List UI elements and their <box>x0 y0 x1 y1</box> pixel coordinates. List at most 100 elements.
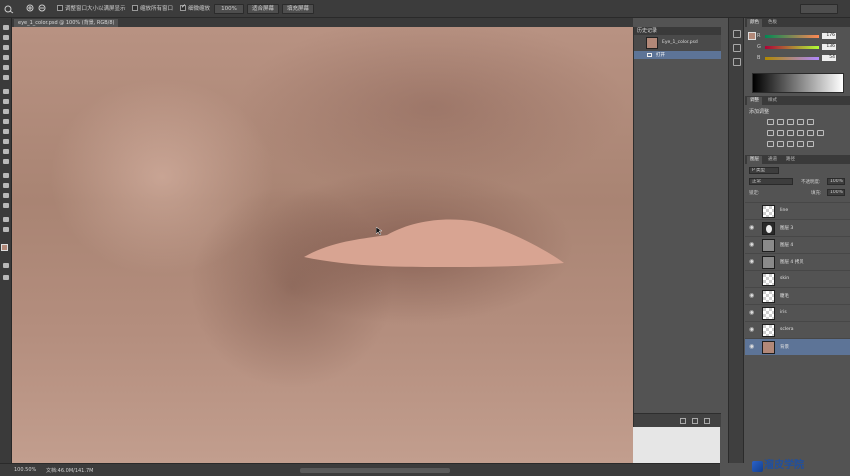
zoom-out-icon[interactable] <box>38 4 48 14</box>
trash-icon[interactable] <box>704 418 710 424</box>
workspace-button[interactable] <box>800 4 838 14</box>
properties-panel-icon[interactable] <box>733 58 741 66</box>
visibility-eye-icon[interactable]: ◉ <box>749 327 755 333</box>
visibility-eye-icon[interactable]: ◉ <box>749 225 755 231</box>
exposure-icon[interactable] <box>797 119 804 125</box>
tab-color[interactable]: 颜色 <box>747 19 762 27</box>
document-tab[interactable]: eye_1_color.psd @ 100% (背景, RGB/8) <box>14 19 119 27</box>
dodge-tool-icon[interactable] <box>2 158 10 165</box>
layer-row[interactable]: line <box>745 202 850 219</box>
zoom-readout[interactable]: 100.50% <box>14 467 36 473</box>
vibrance-icon[interactable] <box>807 119 814 125</box>
tab-layers[interactable]: 图层 <box>747 156 762 164</box>
tab-styles[interactable]: 样式 <box>765 97 780 105</box>
history-brush-tool-icon[interactable] <box>2 118 10 125</box>
red-gradient-bar[interactable] <box>765 35 819 38</box>
levels-icon[interactable] <box>777 119 784 125</box>
fill-screen-button[interactable]: 填充屏幕 <box>282 4 314 14</box>
layer-row[interactable]: ◉ 睫毛 <box>745 287 850 304</box>
zoom-tool-icon[interactable] <box>3 4 15 14</box>
layer-filter-select[interactable]: P 类型 <box>749 167 779 174</box>
layer-row[interactable]: ◉ 图层 3 <box>745 219 850 236</box>
type-tool-icon[interactable] <box>2 182 10 189</box>
blur-tool-icon[interactable] <box>2 148 10 155</box>
green-slider[interactable]: G 136 <box>757 44 840 51</box>
history-panel-header[interactable]: 历史记录 <box>634 27 721 35</box>
lasso-tool-icon[interactable] <box>2 44 10 51</box>
visibility-eye-icon[interactable] <box>749 276 755 281</box>
zoom-tool-icon[interactable] <box>2 226 10 233</box>
layer-row[interactable]: ◉ 图层 4 拷贝 <box>745 253 850 270</box>
tab-swatches[interactable]: 色板 <box>765 19 780 27</box>
red-value-field[interactable]: 176 <box>822 33 836 39</box>
scrubby-zoom-checkbox[interactable] <box>180 3 186 11</box>
resize-windows-checkbox[interactable] <box>57 5 63 11</box>
selective-color-icon[interactable] <box>807 141 814 147</box>
layer-row[interactable]: ◉ sclera <box>745 321 850 338</box>
curves-icon[interactable] <box>787 119 794 125</box>
black-white-icon[interactable] <box>787 130 794 136</box>
blue-gradient-bar[interactable] <box>765 57 819 60</box>
tab-paths[interactable]: 路径 <box>783 156 798 164</box>
document-canvas[interactable] <box>12 27 720 463</box>
history-panel-icon[interactable] <box>733 30 741 38</box>
gradient-map-icon[interactable] <box>797 141 804 147</box>
tab-adjustments[interactable]: 调整 <box>747 97 762 105</box>
fit-screen-button[interactable]: 适合屏幕 <box>247 4 279 14</box>
tab-channels[interactable]: 通道 <box>765 156 780 164</box>
quick-select-tool-icon[interactable] <box>2 54 10 61</box>
eyedropper-tool-icon[interactable] <box>2 74 10 81</box>
brush-tool-icon[interactable] <box>2 98 10 105</box>
quick-mask-icon[interactable] <box>2 262 10 269</box>
threshold-icon[interactable] <box>787 141 794 147</box>
marquee-tool-icon[interactable] <box>2 34 10 41</box>
gradient-tool-icon[interactable] <box>2 138 10 145</box>
posterize-icon[interactable] <box>777 141 784 147</box>
blue-value-field[interactable]: 54 <box>822 55 836 61</box>
clone-stamp-tool-icon[interactable] <box>2 108 10 115</box>
brightness-contrast-icon[interactable] <box>767 119 774 125</box>
channel-mixer-icon[interactable] <box>807 130 814 136</box>
visibility-eye-icon[interactable]: ◉ <box>749 242 755 248</box>
new-document-from-state-icon[interactable] <box>680 418 686 424</box>
pen-tool-icon[interactable] <box>2 172 10 179</box>
red-slider[interactable]: R 176 <box>757 33 840 40</box>
shape-tool-icon[interactable] <box>2 202 10 209</box>
green-value-field[interactable]: 136 <box>822 44 836 50</box>
foreground-color-swatch[interactable] <box>1 244 8 251</box>
visibility-eye-icon[interactable] <box>749 208 755 213</box>
color-balance-icon[interactable] <box>777 130 784 136</box>
zoom-in-icon[interactable] <box>26 4 36 14</box>
visibility-eye-icon[interactable]: ◉ <box>749 344 755 350</box>
zoom-all-windows-checkbox[interactable] <box>132 5 138 11</box>
layer-row[interactable]: ◉ 图层 4 <box>745 236 850 253</box>
new-snapshot-icon[interactable] <box>692 418 698 424</box>
layer-row-selected[interactable]: ◉ 背景 <box>745 338 850 355</box>
visibility-eye-icon[interactable]: ◉ <box>749 310 755 316</box>
hue-saturation-icon[interactable] <box>767 130 774 136</box>
photo-filter-icon[interactable] <box>797 130 804 136</box>
move-tool-icon[interactable] <box>2 24 10 31</box>
screen-mode-icon[interactable] <box>2 274 10 281</box>
visibility-eye-icon[interactable]: ◉ <box>749 259 755 265</box>
blue-slider[interactable]: B 54 <box>757 55 840 62</box>
healing-brush-tool-icon[interactable] <box>2 88 10 95</box>
color-ramp[interactable] <box>752 73 844 93</box>
actual-pixels-button[interactable]: 100% <box>214 4 244 14</box>
layer-row[interactable]: skin <box>745 270 850 287</box>
green-gradient-bar[interactable] <box>765 46 819 49</box>
visibility-eye-icon[interactable]: ◉ <box>749 293 755 299</box>
path-select-tool-icon[interactable] <box>2 192 10 199</box>
actions-panel-icon[interactable] <box>733 44 741 52</box>
horizontal-scrollbar[interactable] <box>300 468 450 473</box>
opacity-field[interactable]: 100% <box>827 178 845 185</box>
crop-tool-icon[interactable] <box>2 64 10 71</box>
hand-tool-icon[interactable] <box>2 216 10 223</box>
fill-field[interactable]: 100% <box>827 189 845 196</box>
blend-mode-select[interactable]: 正常 <box>749 178 793 185</box>
color-foreground-swatch[interactable] <box>748 32 756 40</box>
layer-row[interactable]: ◉ iris <box>745 304 850 321</box>
color-lookup-icon[interactable] <box>817 130 824 136</box>
invert-icon[interactable] <box>767 141 774 147</box>
eraser-tool-icon[interactable] <box>2 128 10 135</box>
